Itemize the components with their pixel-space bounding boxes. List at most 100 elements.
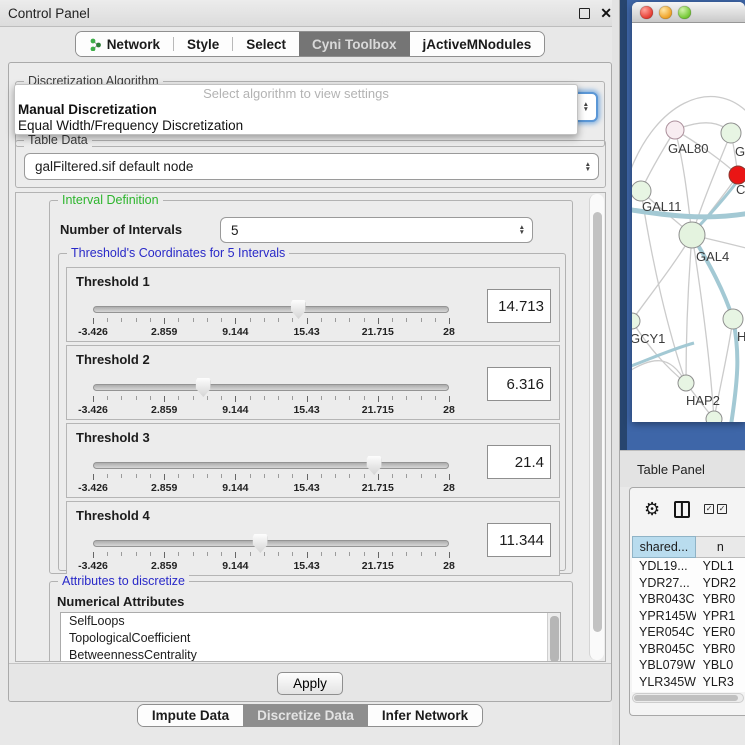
slider-track[interactable] bbox=[93, 306, 449, 313]
table-row[interactable]: YER054CYER0 bbox=[632, 624, 745, 641]
tick-label: 21.715 bbox=[362, 326, 394, 338]
checkbox-checked-icon[interactable]: ✓ bbox=[704, 504, 714, 514]
close-window-button[interactable] bbox=[640, 6, 653, 19]
slider-knob[interactable] bbox=[291, 300, 306, 319]
tick-mark bbox=[136, 318, 137, 322]
tick-mark bbox=[335, 396, 336, 400]
network-node-gal4[interactable] bbox=[679, 222, 705, 248]
tick-mark bbox=[121, 396, 122, 400]
tick-mark bbox=[121, 474, 122, 478]
gear-icon[interactable]: ⚙ bbox=[644, 500, 660, 518]
attributes-list-scrollbar[interactable] bbox=[547, 613, 560, 662]
table-row[interactable]: YBL079WYBL0 bbox=[632, 657, 745, 674]
apply-button[interactable]: Apply bbox=[277, 672, 343, 695]
threshold-slider[interactable]: -3.4262.8599.14415.4321.71528 bbox=[93, 502, 449, 577]
scrollbar-thumb[interactable] bbox=[593, 212, 602, 632]
table-row[interactable]: YDR27...YDR2 bbox=[632, 575, 745, 592]
dropdown-option[interactable]: Equal Width/Frequency Discretization bbox=[15, 118, 577, 134]
threshold-slider[interactable]: -3.4262.8599.14415.4321.71528 bbox=[93, 346, 449, 421]
control-panel-titlebar: Control Panel ✕ bbox=[0, 0, 620, 27]
zoom-window-button[interactable] bbox=[678, 6, 691, 19]
threshold-slider[interactable]: -3.4262.8599.14415.4321.71528 bbox=[93, 268, 449, 343]
list-item[interactable]: SelfLoops bbox=[61, 613, 560, 630]
network-node[interactable] bbox=[706, 411, 722, 422]
slider-track[interactable] bbox=[93, 462, 449, 469]
bottom-tab-infer-network[interactable]: Infer Network bbox=[368, 705, 482, 726]
table-row[interactable]: YLR345WYLR3 bbox=[632, 674, 745, 691]
tab-network[interactable]: Network bbox=[76, 32, 173, 56]
table-data-combobox[interactable]: galFiltered.sif default node ▲▼ bbox=[24, 153, 599, 180]
tab-select[interactable]: Select bbox=[233, 32, 299, 56]
table-row[interactable]: YPR145WYPR1 bbox=[632, 608, 745, 625]
list-item[interactable]: TopologicalCoefficient bbox=[61, 630, 560, 647]
network-node-hap2[interactable] bbox=[678, 375, 694, 391]
slider-tick-labels: -3.4262.8599.14415.4321.71528 bbox=[93, 326, 449, 338]
tick-mark bbox=[292, 552, 293, 556]
tick-mark bbox=[136, 552, 137, 556]
network-node-h[interactable] bbox=[723, 309, 743, 329]
table-row[interactable]: YDL19...YDL1 bbox=[632, 558, 745, 575]
algorithm-dropdown-popup: Select algorithm to view settings Manual… bbox=[14, 84, 578, 135]
network-canvas[interactable]: GAL80GACGAL11GAL4GCY1HHAP2 bbox=[632, 23, 745, 422]
checkbox-checked-icon[interactable]: ✓ bbox=[717, 504, 727, 514]
threshold-value-box[interactable]: 14.713 bbox=[487, 289, 551, 323]
tick-mark bbox=[178, 474, 179, 478]
tab-cyni-toolbox[interactable]: Cyni Toolbox bbox=[299, 32, 410, 56]
network-node-gal80[interactable] bbox=[666, 121, 684, 139]
tick-label: 9.144 bbox=[222, 404, 248, 416]
table-cell: YDR2 bbox=[696, 575, 745, 592]
bottom-tab-discretize-data[interactable]: Discretize Data bbox=[243, 705, 368, 726]
tick-mark bbox=[235, 552, 236, 558]
network-node-gal11[interactable] bbox=[632, 181, 651, 201]
tick-mark bbox=[335, 318, 336, 322]
threshold-value-box[interactable]: 6.316 bbox=[487, 367, 551, 401]
table-row[interactable]: YIL052CYIL0 bbox=[632, 690, 745, 692]
num-intervals-combobox[interactable]: 5 ▲▼ bbox=[220, 217, 533, 243]
tick-label: 15.43 bbox=[293, 326, 319, 338]
column-header[interactable]: shared... bbox=[632, 536, 696, 558]
slider-ticks bbox=[93, 474, 449, 481]
tick-mark bbox=[364, 474, 365, 478]
scrollbar-thumb[interactable] bbox=[550, 616, 559, 662]
table-row[interactable]: YBR043CYBR0 bbox=[632, 591, 745, 608]
slider-track[interactable] bbox=[93, 540, 449, 547]
tick-mark bbox=[278, 474, 279, 478]
tick-mark bbox=[321, 552, 322, 556]
dropdown-option[interactable]: Manual Discretization bbox=[15, 102, 577, 118]
threshold-value-box[interactable]: 21.4 bbox=[487, 445, 551, 479]
minimize-window-button[interactable] bbox=[659, 6, 672, 19]
tab-style[interactable]: Style bbox=[174, 32, 232, 56]
tick-mark bbox=[321, 396, 322, 400]
panel-vertical-scrollbar[interactable] bbox=[589, 194, 604, 660]
bottom-tab-impute-data[interactable]: Impute Data bbox=[138, 705, 243, 726]
tick-mark bbox=[250, 552, 251, 556]
node-label: GAL4 bbox=[696, 249, 729, 264]
tick-mark bbox=[264, 396, 265, 400]
tab-jactivemnodules[interactable]: jActiveMNodules bbox=[410, 32, 545, 56]
slider-track[interactable] bbox=[93, 384, 449, 391]
network-node-gcy1[interactable] bbox=[632, 313, 640, 329]
network-node-ga[interactable] bbox=[721, 123, 741, 143]
threshold-slider[interactable]: -3.4262.8599.14415.4321.71528 bbox=[93, 424, 449, 499]
interval-definition-title: Interval Definition bbox=[58, 193, 163, 207]
tick-mark bbox=[107, 474, 108, 478]
threshold-value-box[interactable]: 11.344 bbox=[487, 523, 551, 557]
slider-knob[interactable] bbox=[253, 534, 268, 553]
table-horizontal-scrollbar[interactable] bbox=[632, 693, 744, 703]
tick-mark bbox=[435, 474, 436, 478]
threshold-panel: Threshold 3 -3.4262.8599.14415.4321.7152… bbox=[66, 423, 560, 498]
tick-mark bbox=[278, 318, 279, 322]
column-header[interactable]: n bbox=[696, 536, 745, 558]
list-item[interactable]: BetweennessCentrality bbox=[61, 647, 560, 662]
tick-mark bbox=[193, 552, 194, 556]
slider-knob[interactable] bbox=[196, 378, 211, 397]
table-cell: YIL052C bbox=[632, 690, 696, 692]
slider-knob[interactable] bbox=[367, 456, 382, 475]
close-icon[interactable]: ✕ bbox=[600, 8, 612, 19]
table-row[interactable]: YBR045CYBR0 bbox=[632, 641, 745, 658]
bottom-tab-bar: Impute DataDiscretize DataInfer Network bbox=[0, 704, 620, 727]
split-columns-icon[interactable] bbox=[674, 501, 690, 518]
tick-label: 2.859 bbox=[151, 404, 177, 416]
scrollbar-thumb[interactable] bbox=[634, 695, 738, 701]
float-window-icon[interactable] bbox=[579, 8, 590, 19]
